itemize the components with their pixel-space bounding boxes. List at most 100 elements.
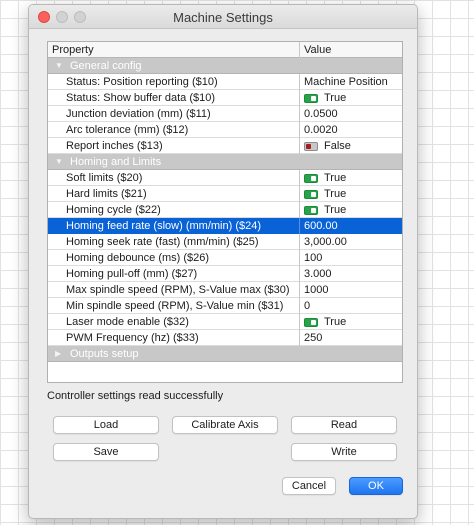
- settings-grid: Property Value ▼ General config Status: Po…: [47, 41, 403, 383]
- setting-value: True: [324, 172, 347, 184]
- setting-label: PWM Frequency (hz) ($33): [48, 330, 300, 346]
- status-message: Controller settings read successfully: [47, 390, 224, 402]
- setting-row[interactable]: Homing debounce (ms) ($26) 100: [48, 250, 402, 266]
- title-bar[interactable]: Machine Settings: [29, 5, 417, 29]
- cancel-button[interactable]: Cancel: [282, 477, 336, 495]
- setting-value-cell[interactable]: 1000: [304, 282, 402, 298]
- setting-label: Status: Position reporting ($10): [48, 74, 300, 90]
- setting-label: Min spindle speed (RPM), S-Value min ($3…: [48, 298, 300, 314]
- setting-value: 0.0500: [304, 108, 338, 120]
- setting-row[interactable]: Homing cycle ($22) True: [48, 202, 402, 218]
- setting-label: Junction deviation (mm) ($11): [48, 106, 300, 122]
- setting-value-cell[interactable]: 0.0500: [304, 106, 402, 122]
- setting-value-cell[interactable]: 250: [304, 330, 402, 346]
- setting-label: Homing feed rate (slow) (mm/min) ($24): [48, 218, 300, 234]
- value-column-header[interactable]: Value: [304, 42, 402, 58]
- setting-row[interactable]: Status: Position reporting ($10) Machine …: [48, 74, 402, 90]
- read-button[interactable]: Read: [291, 416, 397, 434]
- setting-value-cell[interactable]: 100: [304, 250, 402, 266]
- group-row[interactable]: ▼ General config: [48, 58, 402, 74]
- group-row[interactable]: ▶ Outputs setup: [48, 346, 402, 362]
- setting-label: Homing cycle ($22): [48, 202, 300, 218]
- setting-label: Hard limits ($21): [48, 186, 300, 202]
- toggle-on-icon[interactable]: [304, 206, 318, 215]
- save-button[interactable]: Save: [53, 443, 159, 461]
- calibrate-axis-button[interactable]: Calibrate Axis: [172, 416, 278, 434]
- toggle-knob: [311, 96, 316, 101]
- setting-value: 1000: [304, 284, 329, 296]
- setting-row[interactable]: Homing seek rate (fast) (mm/min) ($25) 3,…: [48, 234, 402, 250]
- toggle-knob: [311, 176, 316, 181]
- toggle-on-icon[interactable]: [304, 174, 318, 183]
- setting-value: True: [324, 316, 347, 328]
- setting-label: Soft limits ($20): [48, 170, 300, 186]
- toggle-on-icon[interactable]: [304, 94, 318, 103]
- setting-toggle-cell[interactable]: True: [304, 202, 402, 218]
- setting-row[interactable]: Homing feed rate (slow) (mm/min) ($24) 60…: [48, 218, 402, 234]
- setting-row[interactable]: Min spindle speed (RPM), S-Value min ($3…: [48, 298, 402, 314]
- setting-row[interactable]: Arc tolerance (mm) ($12) 0.0020: [48, 122, 402, 138]
- setting-toggle-cell[interactable]: True: [304, 90, 402, 106]
- grid-header: Property Value: [48, 42, 402, 58]
- setting-toggle-cell[interactable]: True: [304, 314, 402, 330]
- setting-label: Homing pull-off (mm) ($27): [48, 266, 300, 282]
- setting-row[interactable]: Soft limits ($20) True: [48, 170, 402, 186]
- group-label: Homing and Limits: [70, 156, 162, 168]
- expanded-arrow-icon[interactable]: ▼: [55, 58, 63, 74]
- setting-label: Report inches ($13): [48, 138, 300, 154]
- machine-settings-window: Machine Settings Property Value ▼ General…: [28, 4, 418, 519]
- grid-rows: ▼ General config Status: Position reportin…: [48, 58, 402, 362]
- setting-value: True: [324, 204, 347, 216]
- setting-value-cell[interactable]: 3.000: [304, 266, 402, 282]
- setting-value: False: [324, 140, 351, 152]
- ok-button[interactable]: OK: [349, 477, 403, 495]
- toggle-knob: [311, 320, 316, 325]
- setting-value-cell[interactable]: 3,000.00: [304, 234, 402, 250]
- setting-label: Homing debounce (ms) ($26): [48, 250, 300, 266]
- setting-row[interactable]: PWM Frequency (hz) ($33) 250: [48, 330, 402, 346]
- toggle-knob: [306, 144, 311, 149]
- setting-label: Status: Show buffer data ($10): [48, 90, 300, 106]
- setting-value: 3,000.00: [304, 236, 347, 248]
- setting-value: True: [324, 188, 347, 200]
- setting-toggle-cell[interactable]: True: [304, 170, 402, 186]
- setting-label: Arc tolerance (mm) ($12): [48, 122, 300, 138]
- setting-label: Max spindle speed (RPM), S-Value max ($3…: [48, 282, 300, 298]
- group-row[interactable]: ▼ Homing and Limits: [48, 154, 402, 170]
- setting-row[interactable]: Junction deviation (mm) ($11) 0.0500: [48, 106, 402, 122]
- group-label: Outputs setup: [70, 348, 139, 360]
- toggle-knob: [311, 208, 316, 213]
- toggle-on-icon[interactable]: [304, 190, 318, 199]
- setting-value: 3.000: [304, 268, 332, 280]
- setting-value: 250: [304, 332, 323, 344]
- write-button[interactable]: Write: [291, 443, 397, 461]
- setting-value-cell[interactable]: 0: [304, 298, 402, 314]
- window-title: Machine Settings: [173, 10, 273, 25]
- setting-row[interactable]: Homing pull-off (mm) ($27) 3.000: [48, 266, 402, 282]
- collapsed-arrow-icon[interactable]: ▶: [55, 346, 61, 362]
- setting-label: Laser mode enable ($32): [48, 314, 300, 330]
- setting-label: Homing seek rate (fast) (mm/min) ($25): [48, 234, 300, 250]
- toggle-on-icon[interactable]: [304, 318, 318, 327]
- setting-toggle-cell[interactable]: False: [304, 138, 402, 154]
- setting-value: 0: [304, 300, 311, 312]
- setting-value-cell[interactable]: 0.0020: [304, 122, 402, 138]
- setting-row[interactable]: Status: Show buffer data ($10) True: [48, 90, 402, 106]
- setting-value-cell[interactable]: Machine Position: [304, 74, 402, 90]
- setting-value-cell[interactable]: 600.00: [304, 218, 402, 234]
- setting-row[interactable]: Report inches ($13) False: [48, 138, 402, 154]
- setting-row[interactable]: Hard limits ($21) True: [48, 186, 402, 202]
- setting-toggle-cell[interactable]: True: [304, 186, 402, 202]
- setting-value: 100: [304, 252, 323, 264]
- setting-row[interactable]: Max spindle speed (RPM), S-Value max ($3…: [48, 282, 402, 298]
- toggle-off-icon[interactable]: [304, 142, 318, 151]
- setting-value: 600.00: [304, 220, 338, 232]
- property-column-header[interactable]: Property: [48, 42, 300, 58]
- toggle-knob: [311, 192, 316, 197]
- load-button[interactable]: Load: [53, 416, 159, 434]
- setting-value: True: [324, 92, 347, 104]
- setting-value: Machine Position: [304, 76, 388, 88]
- expanded-arrow-icon[interactable]: ▼: [55, 154, 63, 170]
- setting-value: 0.0020: [304, 124, 338, 136]
- setting-row[interactable]: Laser mode enable ($32) True: [48, 314, 402, 330]
